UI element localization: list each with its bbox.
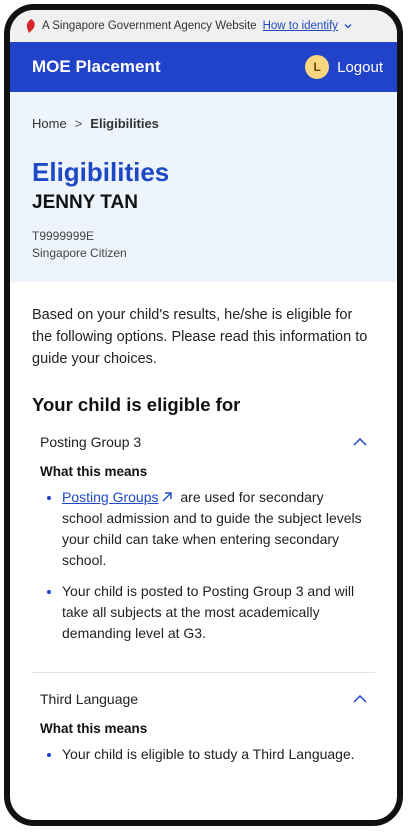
- breadcrumb: Home > Eligibilities: [32, 116, 375, 131]
- chevron-up-icon[interactable]: [353, 695, 367, 703]
- chevron-down-icon[interactable]: [344, 22, 352, 30]
- masthead-text: A Singapore Government Agency Website: [42, 20, 257, 32]
- how-to-identify-link[interactable]: How to identify: [263, 20, 338, 32]
- list-item: Posting Groups are used for secondary sc…: [62, 487, 367, 571]
- main-content: Based on your child's results, he/she is…: [10, 282, 397, 793]
- bullet-list: Posting Groups are used for secondary sc…: [40, 487, 367, 644]
- device-frame: A Singapore Government Agency Website Ho…: [4, 4, 403, 826]
- page-title: Eligibilities: [32, 157, 170, 187]
- screen: A Singapore Government Agency Website Ho…: [10, 10, 397, 820]
- accordion-third-language: Third Language What this means Your chil…: [32, 673, 375, 793]
- logout-button[interactable]: Logout: [337, 59, 383, 76]
- bullet-list: Your child is eligible to study a Third …: [40, 744, 367, 765]
- accordion-header[interactable]: Posting Group 3: [40, 434, 367, 450]
- breadcrumb-current: Eligibilities: [90, 116, 159, 131]
- child-id: T9999999E: [32, 229, 95, 243]
- lion-crest-icon: [26, 19, 35, 33]
- child-citizenship: Singapore Citizen: [32, 246, 127, 260]
- accordion-subhead: What this means: [40, 721, 148, 736]
- list-item: Your child is eligible to study a Third …: [62, 744, 367, 765]
- breadcrumb-home-link[interactable]: Home: [32, 116, 67, 131]
- accordion-title: Posting Group 3: [40, 434, 142, 450]
- posting-groups-link[interactable]: Posting Groups: [62, 489, 159, 505]
- external-link-icon[interactable]: [161, 491, 173, 503]
- child-name: JENNY TAN: [32, 192, 138, 213]
- list-item: Your child is posted to Posting Group 3 …: [62, 581, 367, 644]
- chevron-right-icon: >: [74, 116, 83, 131]
- accordion-title: Third Language: [40, 691, 139, 707]
- avatar[interactable]: L: [305, 55, 330, 79]
- section-title: Your child is eligible for: [32, 394, 241, 415]
- user-menu: L Logout: [305, 55, 383, 79]
- accordion-posting-group: Posting Group 3 What this means Posting …: [32, 416, 375, 673]
- chevron-up-icon[interactable]: [353, 438, 367, 446]
- app-title[interactable]: MOE Placement: [32, 57, 161, 77]
- intro-text: Based on your child's results, he/she is…: [32, 307, 368, 367]
- gov-masthead: A Singapore Government Agency Website Ho…: [10, 10, 397, 42]
- accordion-subhead: What this means: [40, 464, 148, 479]
- accordion-header[interactable]: Third Language: [40, 691, 367, 707]
- page-header: Home > Eligibilities Eligibilities JENNY…: [10, 92, 397, 282]
- app-header: MOE Placement L Logout: [10, 42, 397, 92]
- child-meta: T9999999E Singapore Citizen: [32, 228, 375, 262]
